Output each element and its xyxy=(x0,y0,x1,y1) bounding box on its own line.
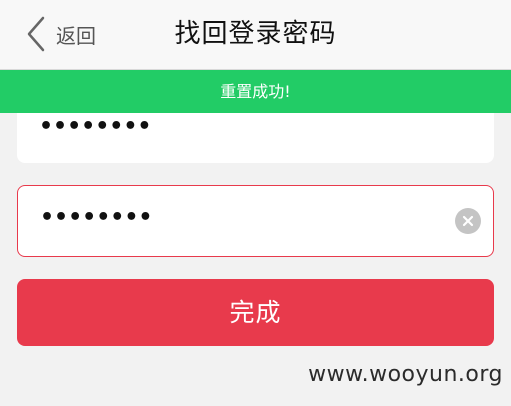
watermark: www.wooyun.org xyxy=(308,362,503,387)
success-toast: 重置成功! xyxy=(0,70,511,113)
complete-button[interactable]: 完成 xyxy=(17,279,494,346)
top-navigation-bar: 返回 找回登录密码 xyxy=(0,0,511,70)
new-password-value: •••••••• xyxy=(39,114,152,139)
page-title: 找回登录密码 xyxy=(174,19,337,49)
clear-input-icon[interactable] xyxy=(455,208,481,234)
confirm-password-field[interactable]: •••••••• xyxy=(17,185,494,257)
confirm-password-value: •••••••• xyxy=(40,205,153,230)
